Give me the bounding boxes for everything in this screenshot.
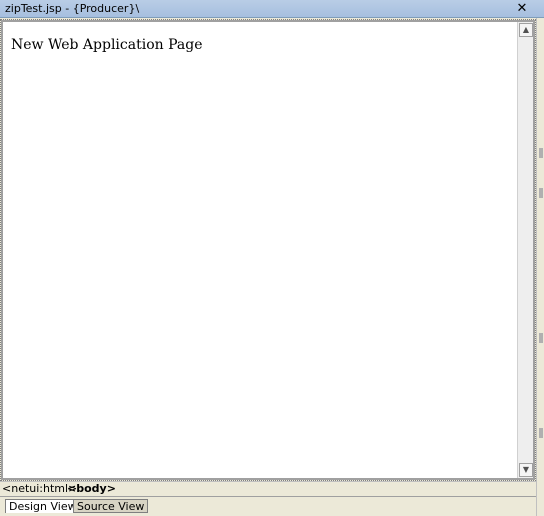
splitter-mark xyxy=(539,188,543,198)
tag-breadcrumb: <netui:html> <body> xyxy=(0,481,536,495)
breadcrumb-tag-body[interactable]: <body> xyxy=(67,482,116,495)
editor-title-bar: zipTest.jsp - {Producer}\ ✕ xyxy=(0,0,544,18)
scroll-up-arrow-icon[interactable]: ▲ xyxy=(519,23,533,37)
editor-title: zipTest.jsp - {Producer}\ xyxy=(5,2,140,15)
splitter-mark xyxy=(539,428,543,438)
tab-design-view[interactable]: Design View xyxy=(5,499,81,513)
view-tab-bar: Design View Source View xyxy=(0,496,536,516)
splitter-mark xyxy=(539,148,543,158)
breadcrumb-tag-html[interactable]: <netui:html> xyxy=(2,482,77,495)
design-editor[interactable]: New Web Application Page ▲ ▼ xyxy=(0,19,536,481)
page-heading[interactable]: New Web Application Page xyxy=(11,37,202,53)
side-panel-edge xyxy=(536,18,544,516)
close-icon[interactable]: ✕ xyxy=(514,1,530,16)
tab-source-view[interactable]: Source View xyxy=(73,499,149,513)
scroll-down-arrow-icon[interactable]: ▼ xyxy=(519,463,533,477)
design-canvas[interactable]: New Web Application Page xyxy=(3,22,517,478)
splitter-mark xyxy=(539,333,543,343)
vertical-scrollbar[interactable]: ▲ ▼ xyxy=(517,22,533,478)
